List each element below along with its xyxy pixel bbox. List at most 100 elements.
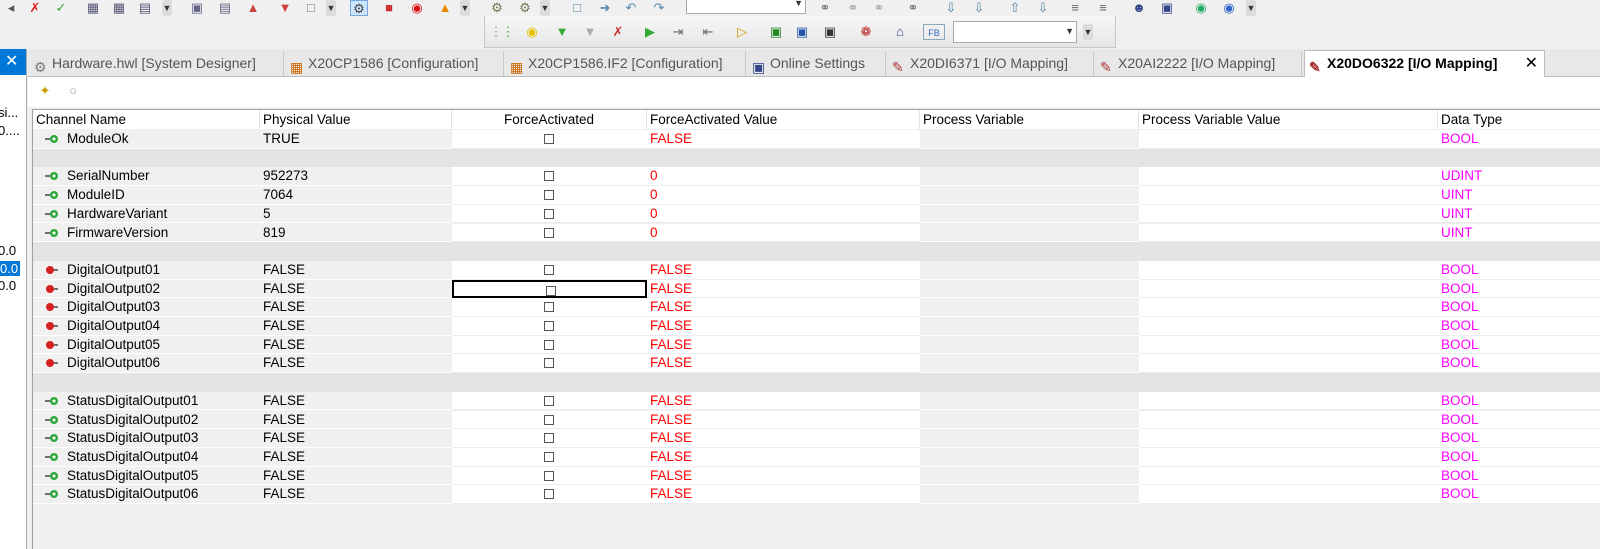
process-variable-cell[interactable] bbox=[920, 466, 1139, 486]
force-activated-checkbox[interactable] bbox=[544, 395, 554, 406]
force-activated-checkbox[interactable] bbox=[544, 264, 554, 275]
watch-icon[interactable]: ▼ bbox=[553, 24, 571, 40]
upload-icon[interactable]: ▲ bbox=[244, 0, 262, 16]
undo-icon[interactable]: ↶ bbox=[622, 0, 640, 16]
close-tab-icon[interactable]: ✕ bbox=[1525, 51, 1538, 76]
tab-x20di6371-io-mapping[interactable]: ✎ X20DI6371 [I/O Mapping] bbox=[888, 51, 1094, 76]
force-activated-checkbox[interactable] bbox=[544, 358, 554, 369]
column-header-force-activated[interactable]: ForceActivated bbox=[452, 110, 647, 130]
chain-icon[interactable]: ⚭ bbox=[870, 0, 888, 16]
force-activated-cell[interactable] bbox=[452, 223, 647, 243]
align-2-icon[interactable]: ≡ bbox=[1094, 0, 1112, 16]
table-row[interactable]: ModuleOk TRUE FALSE BOOL bbox=[33, 130, 1600, 149]
force-activated-checkbox[interactable] bbox=[544, 302, 554, 313]
process-variable-cell[interactable] bbox=[920, 260, 1139, 280]
table-row[interactable]: StatusDigitalOutput02 FALSE FALSE BOOL bbox=[33, 410, 1600, 430]
force-activated-cell[interactable] bbox=[452, 260, 647, 280]
download-monitor-icon[interactable]: ▣ bbox=[767, 24, 785, 40]
settings-icon[interactable]: ⚙ bbox=[488, 0, 506, 16]
process-variable-cell[interactable] bbox=[920, 223, 1139, 243]
column-header-channel-name[interactable]: Channel Name bbox=[33, 110, 260, 130]
bug-icon[interactable]: ❁ bbox=[857, 24, 875, 40]
table-row[interactable]: DigitalOutput01 FALSE FALSE BOOL bbox=[33, 260, 1600, 280]
align-icon[interactable]: ≡ bbox=[1066, 0, 1084, 16]
process-variable-cell[interactable] bbox=[920, 298, 1139, 317]
force-activated-checkbox[interactable] bbox=[544, 134, 554, 144]
force-activated-checkbox[interactable] bbox=[544, 171, 554, 182]
force-activated-value-cell[interactable]: FALSE bbox=[647, 391, 920, 411]
force-activated-value-cell[interactable]: FALSE bbox=[647, 335, 920, 355]
force-activated-checkbox[interactable] bbox=[544, 208, 554, 219]
table-row[interactable]: ModuleID 7064 0 UINT bbox=[33, 186, 1600, 205]
toolbar-overflow-icon[interactable]: ▼ bbox=[1083, 24, 1093, 40]
tab-online-settings[interactable]: ▣ Online Settings bbox=[748, 51, 886, 76]
run-icon[interactable]: ▶ bbox=[641, 24, 659, 40]
link-icon[interactable]: ⚭ bbox=[816, 0, 834, 16]
force-activated-value-cell[interactable]: FALSE bbox=[647, 354, 920, 374]
watch-disabled-icon[interactable]: ▼ bbox=[581, 24, 599, 40]
column-header-process-variable[interactable]: Process Variable bbox=[920, 110, 1139, 130]
fb-icon[interactable]: FB bbox=[923, 24, 945, 40]
force-activated-cell[interactable] bbox=[452, 429, 647, 448]
process-variable-cell[interactable] bbox=[920, 279, 1139, 299]
force-activated-cell[interactable] bbox=[452, 317, 647, 336]
table-row[interactable]: StatusDigitalOutput03 FALSE FALSE BOOL bbox=[33, 429, 1600, 448]
new-file-icon[interactable]: ▦ bbox=[84, 0, 102, 16]
tab-x20cp1586-if2-configuration[interactable]: ▦ X20CP1586.IF2 [Configuration] bbox=[506, 51, 746, 76]
help-icon[interactable]: ◉ bbox=[1220, 0, 1238, 16]
force-activated-checkbox[interactable] bbox=[544, 489, 554, 500]
table-row[interactable]: StatusDigitalOutput05 FALSE FALSE BOOL bbox=[33, 466, 1600, 486]
process-variable-cell[interactable] bbox=[920, 485, 1139, 504]
comment-icon[interactable]: ○ bbox=[64, 83, 82, 99]
force-activated-value-cell[interactable]: FALSE bbox=[647, 130, 920, 149]
table-row[interactable]: SerialNumber 952273 0 UDINT bbox=[33, 167, 1600, 187]
monitor-icon[interactable]: ▣ bbox=[1158, 0, 1176, 16]
force-activated-value-cell[interactable]: FALSE bbox=[647, 485, 920, 504]
unlink-icon[interactable]: ⚭ bbox=[844, 0, 862, 16]
tag-icon[interactable]: ▷ bbox=[733, 24, 751, 40]
toolbar-overflow-icon[interactable]: ▼ bbox=[326, 0, 336, 16]
process-variable-cell[interactable] bbox=[920, 429, 1139, 448]
force-activated-checkbox[interactable] bbox=[544, 433, 554, 444]
download-icon[interactable]: ▼ bbox=[276, 0, 294, 16]
file-list-icon[interactable]: ▤ bbox=[136, 0, 154, 16]
process-variable-cell[interactable] bbox=[920, 167, 1139, 187]
force-activated-value-cell[interactable]: 0 bbox=[647, 186, 920, 205]
force-activated-checkbox[interactable] bbox=[544, 321, 554, 331]
users-icon[interactable]: ☻ bbox=[1130, 0, 1148, 16]
tab-x20ai2222-io-mapping[interactable]: ✎ X20AI2222 [I/O Mapping] bbox=[1096, 51, 1302, 76]
force-activated-checkbox[interactable] bbox=[544, 414, 554, 425]
globe-icon[interactable]: ◉ bbox=[1192, 0, 1210, 16]
toolbar-overflow-icon[interactable]: ▼ bbox=[540, 0, 550, 16]
page-icon[interactable]: □ bbox=[302, 0, 320, 16]
force-activated-value-cell[interactable]: FALSE bbox=[647, 317, 920, 336]
toolbar-overflow-icon[interactable]: ▼ bbox=[460, 0, 470, 16]
arrow-up-icon[interactable]: ⇧ bbox=[1006, 0, 1024, 16]
tab-x20do6322-io-mapping[interactable]: ✎ X20DO6322 [I/O Mapping] ✕ bbox=[1304, 50, 1545, 77]
force-activated-checkbox[interactable] bbox=[544, 470, 554, 481]
force-activated-cell[interactable] bbox=[452, 279, 647, 299]
force-activated-cell[interactable] bbox=[452, 335, 647, 355]
column-header-force-activated-value[interactable]: ForceActivated Value bbox=[647, 110, 920, 130]
copy-window-icon[interactable]: ▣ bbox=[793, 24, 811, 40]
table-row[interactable]: DigitalOutput05 FALSE FALSE BOOL bbox=[33, 335, 1600, 355]
force-activated-cell[interactable] bbox=[452, 298, 647, 317]
force-activated-cell[interactable] bbox=[452, 167, 647, 187]
arrow-down-icon[interactable]: ⇩ bbox=[942, 0, 960, 16]
cut-icon[interactable]: ✗ bbox=[26, 0, 44, 16]
table-row[interactable]: DigitalOutput02 FALSE FALSE BOOL bbox=[33, 279, 1600, 299]
force-activated-cell[interactable] bbox=[452, 354, 647, 374]
connect-icon[interactable]: ⚭ bbox=[904, 0, 922, 16]
force-activated-cell[interactable] bbox=[452, 186, 647, 205]
force-activated-cell[interactable] bbox=[452, 447, 647, 467]
process-variable-cell[interactable] bbox=[920, 204, 1139, 224]
force-activated-value-cell[interactable]: FALSE bbox=[647, 447, 920, 467]
transfer-icon[interactable]: ■ bbox=[380, 0, 398, 16]
table-row[interactable]: DigitalOutput03 FALSE FALSE BOOL bbox=[33, 298, 1600, 317]
close-panel-button[interactable]: ✕ bbox=[0, 49, 26, 75]
forward-icon[interactable]: ➜ bbox=[596, 0, 614, 16]
toolbar-combobox[interactable]: ▼ bbox=[686, 0, 806, 14]
force-activated-cell[interactable] bbox=[452, 485, 647, 504]
force-activated-value-cell[interactable]: FALSE bbox=[647, 260, 920, 280]
force-activated-checkbox[interactable] bbox=[544, 227, 554, 238]
